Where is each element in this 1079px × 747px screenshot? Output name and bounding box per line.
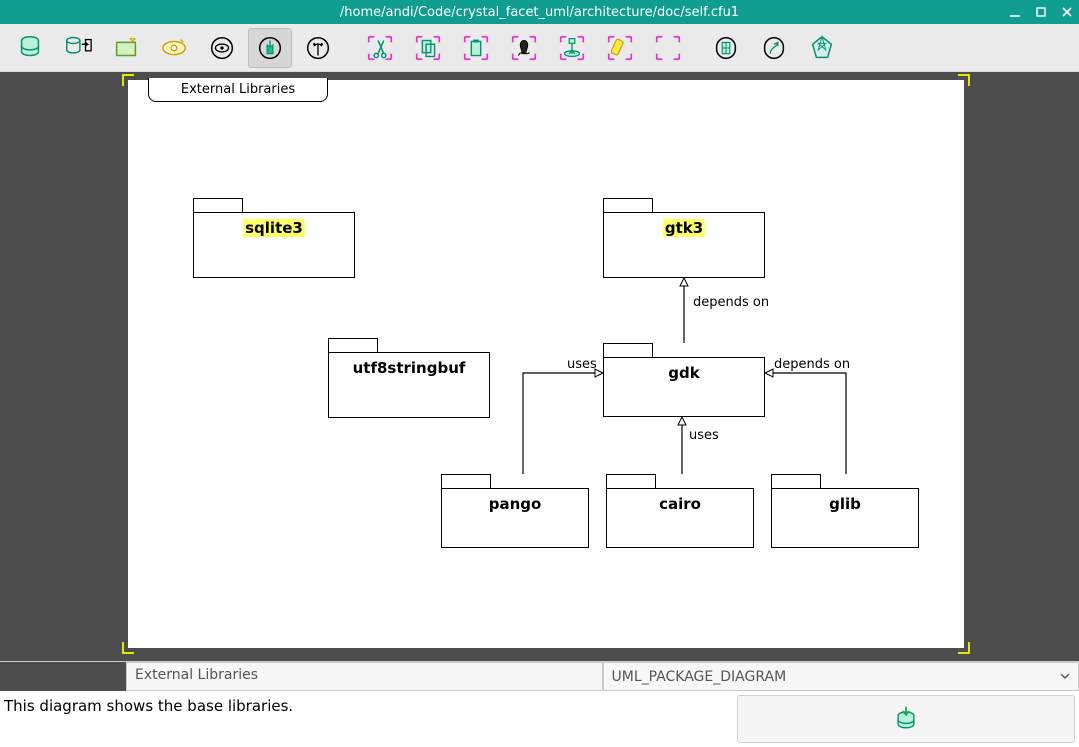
package-utf8stringbuf[interactable]: utf8stringbuf <box>328 338 490 418</box>
paste-button[interactable] <box>454 28 498 68</box>
window-title: /home/andi/Code/crystal_facet_uml/archit… <box>340 5 739 20</box>
diagram-canvas[interactable]: External Libraries depends on depends on… <box>128 80 964 648</box>
rel-label-gtk3-gdk[interactable]: depends on <box>693 295 769 310</box>
description-row: This diagram shows the base libraries. <box>0 691 1079 747</box>
rel-label-gdk-cairo[interactable]: uses <box>689 428 719 443</box>
window-titlebar: /home/andi/Code/crystal_facet_uml/archit… <box>0 0 1079 24</box>
rel-label-gdk-pango[interactable]: uses <box>567 357 597 372</box>
package-gtk3[interactable]: gtk3 <box>603 198 765 278</box>
package-sqlite3[interactable]: sqlite3 <box>193 198 355 278</box>
new-view-button[interactable] <box>152 28 196 68</box>
canvas-area[interactable]: External Libraries depends on depends on… <box>0 72 1079 661</box>
new-window-button[interactable] <box>104 28 148 68</box>
minimize-icon[interactable] <box>1009 6 1021 18</box>
close-icon[interactable] <box>1061 6 1073 18</box>
main-toolbar <box>0 24 1079 72</box>
db-button[interactable] <box>8 28 52 68</box>
export-button[interactable] <box>56 28 100 68</box>
edit-relationships-button[interactable] <box>296 28 340 68</box>
diagram-name-field[interactable]: External Libraries <box>126 662 603 691</box>
reset-selection-button[interactable] <box>646 28 690 68</box>
rel-label-gdk-glib[interactable]: depends on <box>774 357 850 372</box>
diagram-title: External Libraries <box>181 82 295 97</box>
highlight-button[interactable] <box>598 28 642 68</box>
navigate-button[interactable] <box>248 28 292 68</box>
undo-button[interactable] <box>704 28 748 68</box>
about-button[interactable] <box>800 28 844 68</box>
instantiate-button[interactable] <box>550 28 594 68</box>
search-view-button[interactable] <box>200 28 244 68</box>
package-cairo[interactable]: cairo <box>606 474 754 548</box>
diagram-title-tab[interactable]: External Libraries <box>148 78 328 102</box>
cut-button[interactable] <box>358 28 402 68</box>
diagram-type-select[interactable]: UML_PACKAGE_DIAGRAM <box>603 662 1079 691</box>
package-gdk[interactable]: gdk <box>603 343 765 417</box>
property-row-spacer <box>0 662 126 691</box>
delete-button[interactable] <box>502 28 546 68</box>
chevron-down-icon <box>1060 669 1070 685</box>
package-pango[interactable]: pango <box>441 474 589 548</box>
redo-button[interactable] <box>752 28 796 68</box>
maximize-icon[interactable] <box>1035 6 1047 18</box>
save-db-icon <box>892 705 920 733</box>
diagram-description-field[interactable]: This diagram shows the base libraries. <box>0 691 733 747</box>
commit-button[interactable] <box>737 695 1075 743</box>
property-row: External Libraries UML_PACKAGE_DIAGRAM <box>0 661 1079 691</box>
package-glib[interactable]: glib <box>771 474 919 548</box>
copy-button[interactable] <box>406 28 450 68</box>
